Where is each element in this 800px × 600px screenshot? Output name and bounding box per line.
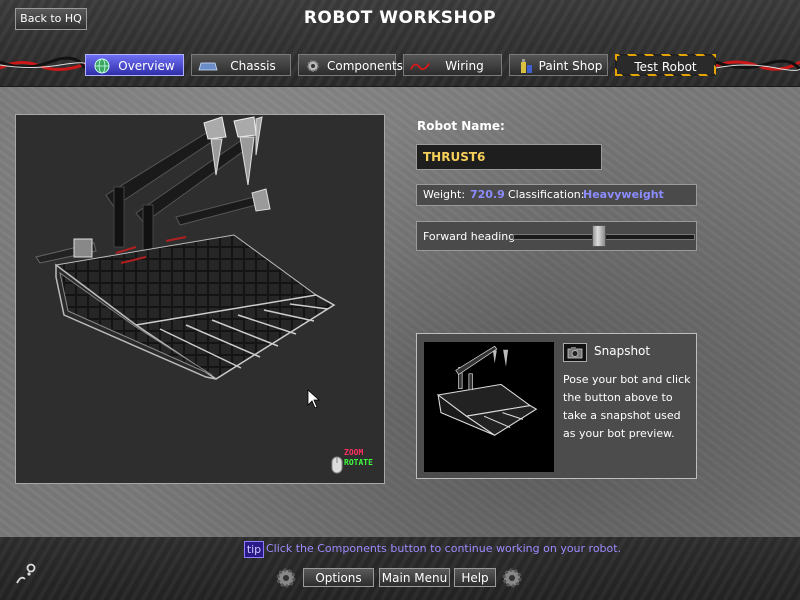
globe-icon	[94, 58, 110, 74]
tab-wiring[interactable]: Wiring	[403, 54, 502, 76]
paint-can-icon	[521, 59, 532, 73]
bottom-menu: Options Main Menu Help	[275, 565, 525, 591]
options-button[interactable]: Options	[303, 568, 374, 587]
main-menu-button[interactable]: Main Menu	[379, 568, 450, 587]
tab-label: Chassis	[230, 59, 276, 73]
snapshot-panel: Snapshot Pose your bot and click the but…	[416, 333, 697, 479]
classification-label: Classification:	[508, 188, 585, 201]
weight-value: 720.9	[470, 188, 505, 201]
gear-left-icon	[276, 568, 296, 588]
gear-right-icon	[502, 568, 522, 588]
tab-label: Test Robot	[634, 60, 697, 74]
forward-heading-slider-thumb[interactable]	[592, 225, 607, 247]
forward-heading-control: Forward heading:	[416, 221, 697, 251]
tab-label: Paint Shop	[538, 59, 603, 73]
robot-model	[35, 116, 336, 409]
snapshot-preview-image	[436, 345, 538, 436]
camera-icon	[567, 347, 583, 359]
snapshot-title: Snapshot	[594, 344, 651, 358]
tab-label: Wiring	[445, 59, 484, 73]
game-logo-icon	[16, 563, 36, 584]
rotate-hint: ROTATE	[344, 458, 373, 467]
tab-chassis[interactable]: Chassis	[191, 54, 291, 76]
tip-badge: tip	[244, 541, 264, 558]
tip-text: Click the Components button to continue …	[266, 542, 622, 555]
robot-name-input[interactable]: THRUST6	[416, 144, 602, 170]
tab-paint-shop[interactable]: Paint Shop	[509, 54, 608, 76]
zoom-hint: ZOOM	[344, 448, 364, 457]
weight-label: Weight:	[423, 188, 466, 201]
robot-3d-viewport[interactable]: ZOOM ROTATE	[15, 114, 385, 484]
snapshot-description: Pose your bot and click the button above…	[563, 373, 691, 440]
classification-value: Heavyweight	[583, 188, 664, 201]
mouse-icon	[331, 456, 343, 474]
chassis-icon	[198, 62, 218, 71]
tab-label: Components	[327, 59, 403, 73]
tab-test-robot[interactable]: Test Robot	[615, 54, 716, 76]
tab-components[interactable]: Components	[298, 54, 403, 76]
tab-label: Overview	[118, 59, 175, 73]
snapshot-preview	[424, 342, 554, 472]
help-button[interactable]: Help	[454, 568, 496, 587]
cable-right-decoration	[716, 59, 800, 71]
top-bar: Back to HQ ROBOT WORKSHOP Overview Chass…	[0, 0, 800, 87]
wire-icon	[410, 63, 430, 70]
forward-heading-label: Forward heading:	[423, 230, 519, 243]
robot-name-label: Robot Name:	[417, 119, 505, 133]
tab-overview[interactable]: Overview	[85, 54, 184, 76]
gear-icon	[307, 60, 319, 72]
page-title: ROBOT WORKSHOP	[303, 8, 497, 28]
robot-stats-bar: Weight: 720.9 Classification: Heavyweigh…	[416, 184, 697, 206]
snapshot-camera-button[interactable]	[563, 343, 587, 362]
cable-left-decoration	[0, 56, 85, 71]
